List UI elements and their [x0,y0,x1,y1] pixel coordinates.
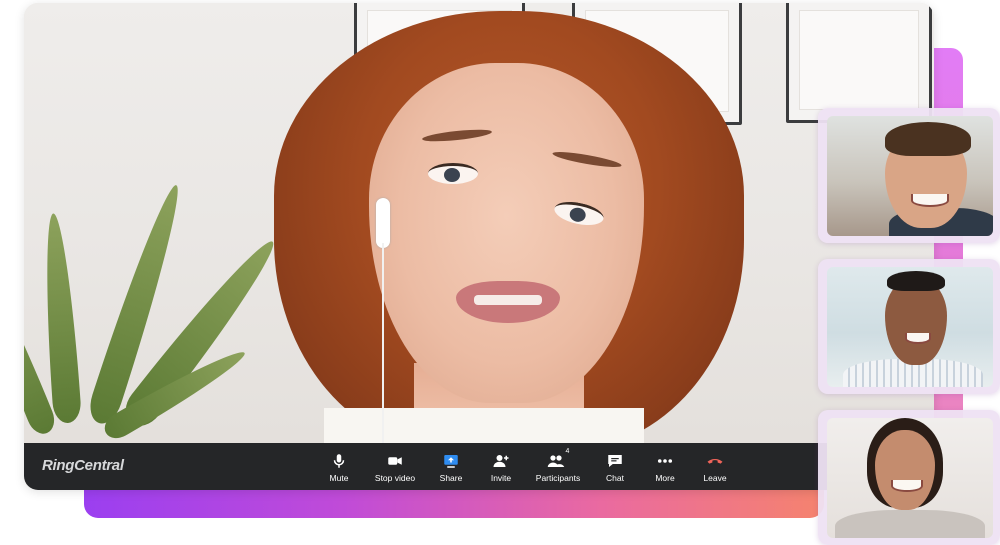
plant [24,163,286,443]
more-button[interactable]: More [640,443,690,490]
participant-tile-1[interactable] [818,108,1000,243]
participant-tile-2[interactable] [818,259,1000,394]
participants-count: 4 [565,448,570,455]
meeting-controls: Mute Stop video Share Invite 4 Participa… [314,443,740,490]
invite-button[interactable]: Invite [476,443,526,490]
wall-frame [786,3,932,123]
main-speaker-video[interactable] [24,3,934,443]
share-label: Share [439,473,463,483]
participants-icon [547,455,564,467]
stop-video-label: Stop video [374,473,416,483]
microphone-icon [333,454,345,468]
meeting-toolbar: RingCentral Mute Stop video Share Invite [24,443,934,490]
mute-button[interactable]: Mute [314,443,364,490]
more-dots-icon [657,459,673,463]
participant-video-3 [827,418,993,538]
speaker-face [369,63,644,403]
more-label: More [655,473,675,483]
chat-button[interactable]: Chat [590,443,640,490]
participant-video-2 [827,267,993,387]
hang-up-icon [707,458,723,464]
eye [428,163,478,184]
leave-button[interactable]: Leave [690,443,740,490]
video-camera-icon [388,457,402,465]
chat-label: Chat [606,473,624,483]
participant-tile-3[interactable] [818,410,1000,545]
earbud-cord [382,243,384,443]
share-button[interactable]: Share [426,443,476,490]
chat-bubble-icon [608,455,622,467]
leave-label: Leave [703,473,727,483]
ringcentral-logo: RingCentral [42,457,124,474]
add-person-icon [493,455,509,467]
mute-label: Mute [329,473,349,483]
participants-button[interactable]: 4 Participants [526,443,590,490]
meeting-window: RingCentral Mute Stop video Share Invite [24,3,934,490]
participants-label: Participants [535,473,581,483]
invite-label: Invite [490,473,512,483]
stop-video-button[interactable]: Stop video [364,443,426,490]
participant-video-1 [827,116,993,236]
speaker-shirt [324,408,644,443]
share-screen-icon [444,455,458,468]
earbud [376,198,390,248]
